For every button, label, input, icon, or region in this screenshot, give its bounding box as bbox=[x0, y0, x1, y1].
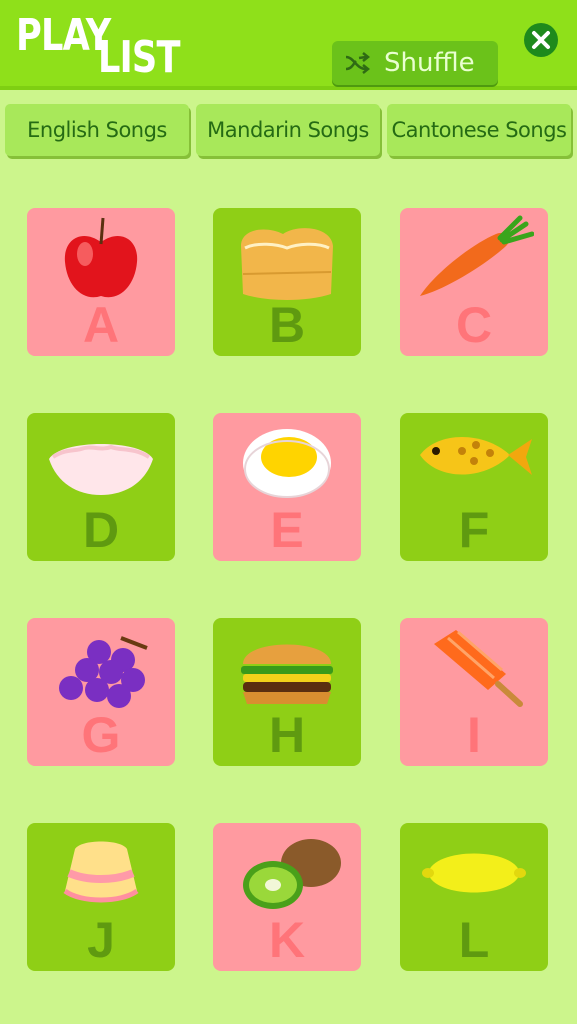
grapes-icon bbox=[59, 636, 148, 708]
jelly-icon bbox=[63, 841, 139, 903]
song-tile-j[interactable]: J bbox=[27, 823, 175, 971]
song-tile-i[interactable]: I bbox=[400, 618, 548, 766]
song-tile-e[interactable]: E bbox=[213, 413, 361, 561]
logo-word-play: PLAY bbox=[16, 10, 111, 61]
tile-letter: A bbox=[82, 297, 120, 353]
ice-pop-icon bbox=[434, 630, 523, 707]
tile-letter: G bbox=[81, 707, 121, 763]
song-tile-g[interactable]: G bbox=[27, 618, 175, 766]
apple-icon bbox=[64, 217, 138, 298]
egg-icon bbox=[243, 429, 331, 498]
dumpling-icon bbox=[49, 444, 153, 495]
header-divider bbox=[0, 86, 577, 90]
song-tile-b[interactable]: B bbox=[213, 208, 361, 356]
song-tile-l[interactable]: L bbox=[400, 823, 548, 971]
tile-letter: L bbox=[458, 912, 490, 968]
tab-english-songs[interactable]: English Songs bbox=[5, 104, 189, 156]
tile-letter: K bbox=[268, 912, 306, 968]
song-tile-k[interactable]: K bbox=[213, 823, 361, 971]
lemon-icon bbox=[422, 853, 526, 893]
bread-icon bbox=[241, 228, 333, 300]
shuffle-icon bbox=[345, 52, 371, 74]
carrot-icon bbox=[420, 215, 534, 296]
song-tile-a[interactable]: A bbox=[27, 208, 175, 356]
logo-word-list: LIST bbox=[98, 32, 181, 83]
close-button[interactable] bbox=[524, 23, 558, 57]
tile-letter: B bbox=[268, 297, 306, 353]
song-tile-c[interactable]: C bbox=[400, 208, 548, 356]
hamburger-icon bbox=[241, 644, 333, 704]
shuffle-label: Shuffle bbox=[384, 48, 475, 78]
kiwi-icon bbox=[243, 839, 341, 909]
shuffle-button[interactable]: Shuffle bbox=[332, 41, 498, 85]
tile-letter: E bbox=[270, 502, 304, 558]
fish-icon bbox=[420, 437, 532, 475]
close-icon bbox=[532, 31, 550, 49]
tile-letter: H bbox=[268, 707, 306, 763]
song-tile-h[interactable]: H bbox=[213, 618, 361, 766]
tile-letter: C bbox=[455, 297, 493, 353]
song-tile-d[interactable]: D bbox=[27, 413, 175, 561]
song-tile-f[interactable]: F bbox=[400, 413, 548, 561]
tile-letter: I bbox=[467, 707, 481, 763]
tile-letter: J bbox=[87, 912, 115, 968]
tile-letter: D bbox=[82, 502, 120, 558]
tile-letter: F bbox=[458, 502, 490, 558]
tab-cantonese-songs[interactable]: Cantonese Songs bbox=[387, 104, 571, 156]
tab-mandarin-songs[interactable]: Mandarin Songs bbox=[196, 104, 380, 156]
